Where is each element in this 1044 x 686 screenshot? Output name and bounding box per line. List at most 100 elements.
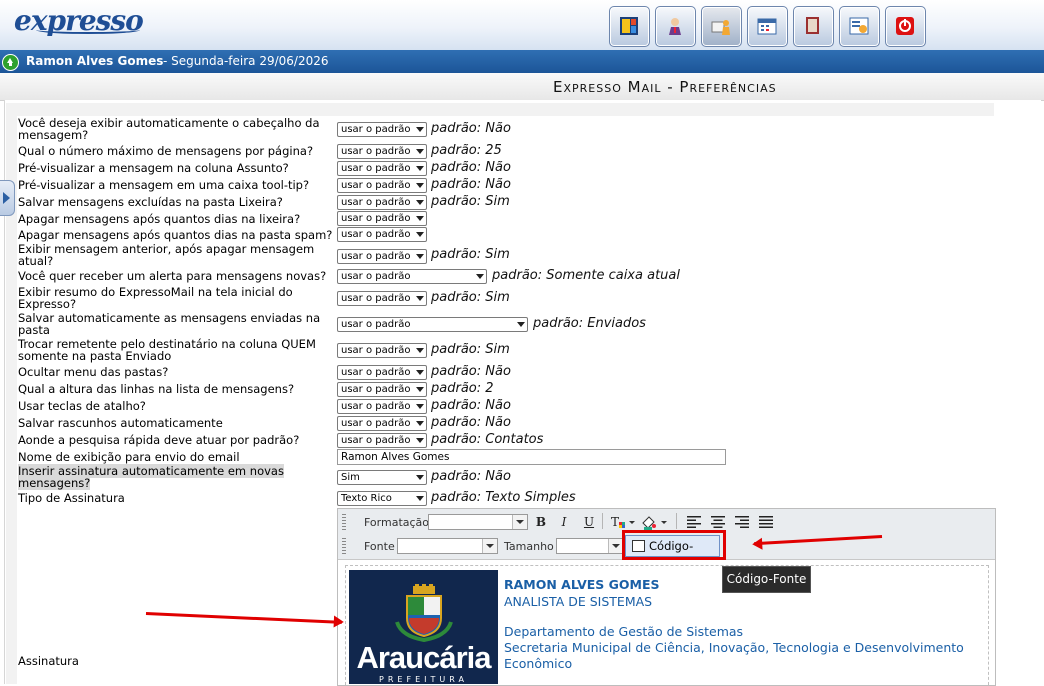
signature-secretariat-cont: Econômico	[504, 656, 573, 671]
book-icon[interactable]	[793, 6, 834, 47]
pref-default: padrão: Não	[431, 364, 511, 379]
pref-select[interactable]: usar o padrão	[337, 249, 427, 264]
pref-select[interactable]: usar o padrão	[337, 365, 427, 380]
home-arrow-icon[interactable]	[2, 54, 19, 71]
pref-select[interactable]: usar o padrão	[337, 195, 427, 210]
toolbar-grip[interactable]	[342, 514, 346, 530]
settings-icon[interactable]	[839, 6, 880, 47]
logo-wordmark: Araucária	[356, 640, 491, 675]
size-select[interactable]	[556, 538, 624, 554]
pref-select-value: usar o padrão	[341, 319, 411, 330]
chevron-down-icon	[416, 254, 424, 259]
display-name-input[interactable]: Ramon Alves Gomes	[337, 449, 726, 465]
size-label: Tamanho	[504, 540, 554, 553]
pref-question: Apagar mensagens após quantos dias na pa…	[18, 228, 333, 242]
chevron-down-icon	[416, 475, 424, 480]
pref-row: Aonde a pesquisa rápida deve atuar por p…	[17, 432, 994, 450]
pref-select-value: usar o padrão	[341, 271, 411, 282]
pref-default: padrão: Texto Simples	[431, 490, 576, 505]
signature-label: Assinatura	[18, 654, 79, 668]
pref-default: padrão: Não	[431, 121, 511, 136]
pref-default: padrão: Enviados	[533, 316, 646, 331]
page-title-bar: Expresso Mail - Preferências	[0, 73, 1044, 101]
pref-select[interactable]: usar o padrão	[337, 399, 427, 414]
pref-select[interactable]: usar o padrão	[337, 122, 427, 137]
chevron-down-icon	[416, 232, 424, 237]
pref-select[interactable]: usar o padrão	[337, 178, 427, 193]
pref-select[interactable]: usar o padrão	[337, 227, 427, 242]
pref-select-value: usar o padrão	[341, 124, 411, 135]
pref-select[interactable]: usar o padrão	[337, 211, 427, 226]
chevron-down-icon	[416, 166, 424, 171]
italic-button[interactable]: I	[556, 514, 572, 530]
pref-select-value: usar o padrão	[341, 367, 411, 378]
top-header: expresso	[0, 0, 1044, 50]
pref-question: Tipo de Assinatura	[18, 491, 125, 505]
pref-select[interactable]: usar o padrão	[337, 343, 427, 358]
pref-select-value: usar o padrão	[341, 229, 411, 240]
person-icon[interactable]	[655, 6, 696, 47]
pref-default: padrão: 2	[431, 381, 494, 396]
align-right-icon[interactable]	[734, 514, 750, 530]
pref-row: Exibir mensagem anterior, após apagar me…	[17, 243, 994, 269]
pref-question: Salvar mensagens excluídas na pasta Lixe…	[18, 195, 283, 209]
pref-select[interactable]: usar o padrão	[337, 144, 427, 159]
background-color-icon[interactable]	[640, 514, 668, 530]
pref-row: Salvar rascunhos automaticamente usar o …	[17, 415, 994, 433]
tooltip: Código-Fonte	[722, 566, 811, 593]
pref-select[interactable]: usar o padrão	[337, 291, 427, 306]
pref-select[interactable]: usar o padrão	[337, 382, 427, 397]
chevron-down-icon	[416, 216, 424, 221]
expand-sidebar-icon[interactable]	[0, 180, 15, 216]
page-title: Expresso Mail - Preferências	[553, 78, 777, 96]
mail-people-icon[interactable]	[701, 6, 742, 47]
pref-question: Salvar automaticamente as mensagens envi…	[18, 311, 321, 337]
pref-question: Você deseja exibir automaticamente o cab…	[18, 116, 320, 142]
pref-question: Apagar mensagens após quantos dias na li…	[18, 212, 301, 226]
pref-select-value: usar o padrão	[341, 251, 411, 262]
align-left-icon[interactable]	[686, 514, 702, 530]
font-select[interactable]	[397, 538, 498, 554]
align-justify-icon[interactable]	[758, 514, 774, 530]
araucaria-logo: Araucária PREFEITURA	[349, 570, 498, 684]
svg-text:T: T	[611, 515, 619, 529]
pref-question: Qual a altura das linhas na lista de men…	[18, 382, 295, 396]
user-bar: Ramon Alves Gomes - Segunda-feira 29/06/…	[0, 50, 1044, 73]
pref-row: Inserir assinatura automaticamente em no…	[17, 464, 994, 491]
chevron-down-icon	[416, 183, 424, 188]
coat-of-arms-icon	[395, 584, 453, 642]
underline-button[interactable]: U	[581, 514, 597, 530]
pref-question: Ocultar menu das pastas?	[18, 365, 169, 379]
power-icon[interactable]	[885, 6, 926, 47]
format-label: Formatação	[364, 516, 430, 529]
bold-button[interactable]: B	[533, 514, 549, 530]
pref-select[interactable]: Sim	[337, 470, 427, 485]
toolbar-grip[interactable]	[342, 538, 346, 554]
pref-select[interactable]: usar o padrão	[337, 416, 427, 431]
pref-default: padrão: Não	[431, 398, 511, 413]
pref-question: Aonde a pesquisa rápida deve atuar por p…	[18, 433, 300, 447]
pref-default: padrão: Não	[431, 160, 511, 175]
pref-row: Usar teclas de atalho? usar o padrão pad…	[17, 398, 994, 416]
pref-row: Salvar mensagens excluídas na pasta Lixe…	[17, 194, 994, 212]
pref-row: Trocar remetente pelo destinatário na co…	[17, 337, 994, 365]
font-label: Fonte	[364, 540, 395, 553]
calendar-icon[interactable]	[747, 6, 788, 47]
text-color-icon[interactable]: T	[610, 514, 636, 530]
pref-select[interactable]: usar o padrão	[337, 317, 528, 332]
pref-default: padrão: Somente caixa atual	[492, 268, 680, 283]
pref-question: Pré-visualizar a mensagem em uma caixa t…	[18, 178, 310, 192]
expresso-logo[interactable]: expresso	[14, 4, 144, 37]
format-select[interactable]	[428, 514, 528, 530]
pref-row: Ocultar menu das pastas? usar o padrão p…	[17, 364, 994, 382]
signature-name: RAMON ALVES GOMES	[504, 577, 660, 592]
align-center-icon[interactable]	[710, 514, 726, 530]
chevron-down-icon	[416, 348, 424, 353]
pref-select[interactable]: usar o padrão	[337, 433, 427, 448]
layout-icon[interactable]	[609, 6, 650, 47]
pref-select[interactable]: Texto Rico	[337, 491, 427, 506]
pref-select[interactable]: usar o padrão	[337, 269, 487, 284]
pref-question: Exibir resumo do ExpressoMail na tela in…	[18, 285, 293, 311]
pref-question: Você quer receber um alerta para mensage…	[18, 269, 327, 283]
pref-select[interactable]: usar o padrão	[337, 161, 427, 176]
